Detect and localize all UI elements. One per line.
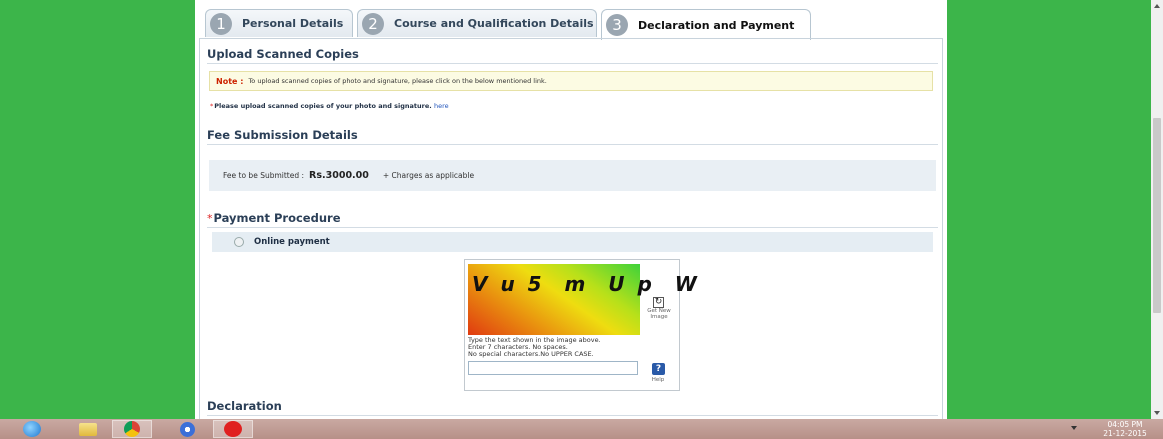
online-payment-option[interactable]: Online payment (212, 232, 933, 252)
captcha-instructions: Type the text shown in the image above. … (468, 337, 668, 358)
fee-label: Fee to be Submitted : (223, 171, 305, 180)
divider (207, 63, 938, 64)
show-hidden-icons-icon[interactable] (1071, 426, 1077, 430)
file-explorer-icon[interactable] (68, 420, 108, 438)
scroll-up-icon[interactable] (1154, 4, 1160, 8)
tab-label: Course and Qualification Details (394, 17, 594, 30)
fee-amount: Rs.3000.00 (309, 170, 369, 181)
tab-course-qualification[interactable]: 2 Course and Qualification Details (357, 9, 597, 37)
divider (207, 144, 938, 145)
upload-section-title: Upload Scanned Copies (207, 47, 359, 61)
vertical-scrollbar[interactable] (1151, 0, 1163, 419)
tab-declaration-payment[interactable]: 3 Declaration and Payment (601, 9, 811, 40)
clock-date: 21-12-2015 (1103, 429, 1147, 438)
captcha-image: V u 5 m U p W (468, 264, 697, 335)
upload-instruction: *Please upload scanned copies of your ph… (210, 102, 449, 110)
captcha-instruction-line: No special characters.No UPPER CASE. (468, 350, 594, 358)
clock-time: 04:05 PM (1107, 420, 1143, 429)
taskbar: 04:05 PM 21-12-2015 (0, 419, 1163, 439)
step-number-3: 3 (606, 14, 628, 36)
captcha-box: V u 5 m U p W ↻ Get New Image Type the t… (464, 259, 697, 391)
note-label: Note : (216, 76, 244, 86)
tab-label: Declaration and Payment (638, 18, 795, 32)
fee-box: Fee to be Submitted : Rs.3000.00 + Charg… (209, 160, 936, 191)
step-number-1: 1 (210, 12, 232, 35)
payment-title-text: Payment Procedure (213, 211, 341, 225)
online-payment-radio[interactable] (234, 237, 244, 247)
fee-section-title: Fee Submission Details (207, 128, 358, 142)
upload-instruction-text: Please upload scanned copies of your pho… (214, 102, 432, 110)
system-clock[interactable]: 04:05 PM 21-12-2015 (1090, 420, 1160, 438)
refresh-icon[interactable]: ↻ (653, 297, 664, 308)
divider (207, 415, 938, 416)
required-mark: * (207, 212, 213, 225)
help-label[interactable]: Help (648, 377, 668, 383)
media-player-icon[interactable] (167, 420, 207, 438)
captcha-input[interactable] (468, 361, 638, 375)
application-form-page: 1 Personal Details 2 Course and Qualific… (195, 0, 947, 419)
note-text: To upload scanned copies of photo and si… (248, 77, 547, 85)
internet-explorer-icon[interactable] (12, 420, 52, 438)
chrome-icon[interactable] (112, 420, 152, 438)
tab-personal-details[interactable]: 1 Personal Details (205, 9, 353, 37)
form-content: Upload Scanned Copies Note : To upload s… (199, 38, 943, 419)
step-number-2: 2 (362, 12, 384, 35)
online-payment-label: Online payment (254, 237, 330, 247)
payment-section-title: *Payment Procedure (207, 211, 341, 225)
tab-label: Personal Details (242, 17, 344, 30)
get-new-image-label[interactable]: Get New Image (645, 308, 673, 320)
required-mark: * (210, 102, 214, 110)
note-box: Note : To upload scanned copies of photo… (209, 71, 933, 91)
upload-here-link[interactable]: here (434, 102, 449, 110)
declaration-section-title: Declaration (207, 399, 282, 413)
divider (207, 227, 938, 228)
fee-charges: + Charges as applicable (382, 171, 475, 180)
step-tabs: 1 Personal Details 2 Course and Qualific… (205, 9, 947, 40)
airtel-icon[interactable] (213, 420, 253, 438)
scroll-down-icon[interactable] (1154, 411, 1160, 415)
scroll-thumb[interactable] (1153, 118, 1161, 313)
help-icon[interactable]: ? (652, 363, 665, 375)
